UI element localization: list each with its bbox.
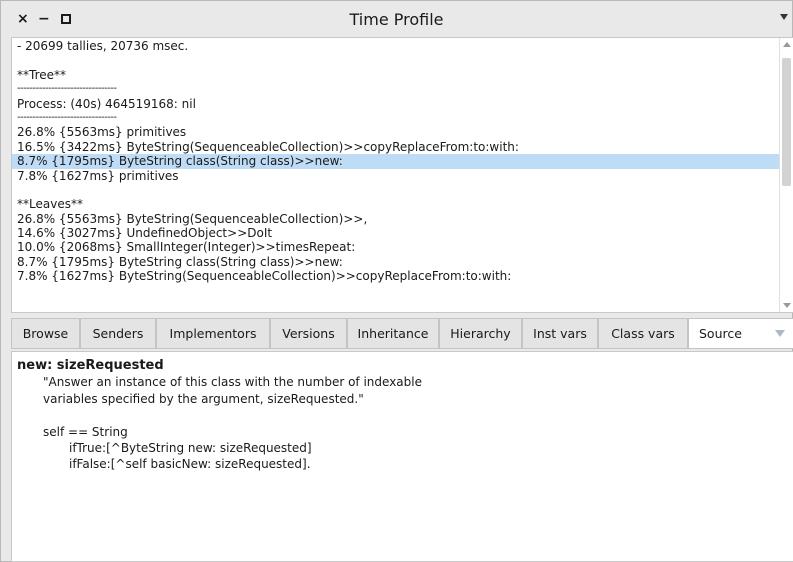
dropdown-arrow-icon[interactable] <box>775 330 785 337</box>
result-line[interactable]: - 20699 tallies, 20736 msec. <box>17 39 777 53</box>
method-comment-line: variables specified by the argument, siz… <box>43 391 364 406</box>
code-if-true: ifTrue:[^ByteString new: sizeRequested] <box>69 440 312 455</box>
result-line[interactable]: 7.8% {1627ms} ByteString(SequenceableCol… <box>17 269 777 283</box>
inheritance-button[interactable]: Inheritance <box>347 318 439 349</box>
code-statement: self == String <box>43 424 128 439</box>
result-line[interactable]: 7.8% {1627ms} primitives <box>17 169 777 183</box>
result-line[interactable]: 10.0% {2068ms} SmallInteger(Integer)>>ti… <box>17 240 777 254</box>
result-line[interactable]: 16.5% {3422ms} ByteString(SequenceableCo… <box>17 140 777 154</box>
scroll-up-icon[interactable] <box>783 42 791 47</box>
method-comment-line: "Answer an instance of this class with t… <box>43 375 422 390</box>
source-view-dropdown[interactable]: Source <box>688 318 793 349</box>
result-line[interactable]: 26.8% {5563ms} primitives <box>17 125 777 139</box>
source-code: new: sizeRequested "Answer an instance o… <box>17 358 422 473</box>
result-line[interactable]: 26.8% {5563ms} ByteString(SequenceableCo… <box>17 212 777 226</box>
code-if-false: ifFalse:[^self basicNew: sizeRequested]. <box>69 457 311 472</box>
separator-line: -------------------------------- <box>17 111 117 123</box>
method-header: new: sizeRequested <box>17 358 164 373</box>
result-line[interactable]: 8.7% {1795ms} ByteString class(String cl… <box>12 154 782 169</box>
profile-results-list: - 20699 tallies, 20736 msec. **Tree** ----… <box>12 39 782 284</box>
browse-button[interactable]: Browse <box>11 318 80 349</box>
source-code-pane[interactable]: new: sizeRequested "Answer an instance o… <box>11 351 793 562</box>
result-line[interactable]: **Tree** <box>17 68 777 82</box>
profile-results-pane[interactable]: - 20699 tallies, 20736 msec. **Tree** ----… <box>11 37 793 313</box>
hierarchy-button[interactable]: Hierarchy <box>439 318 522 349</box>
browser-button-bar: Browse Senders Implementors Versions Inh… <box>11 318 793 349</box>
time-profile-window: × − Time Profile - 20699 tallies, 20736 … <box>0 0 793 562</box>
results-scrollbar[interactable] <box>779 38 793 312</box>
class-vars-button[interactable]: Class vars <box>598 318 688 349</box>
title-bar[interactable]: × − Time Profile <box>1 1 792 37</box>
scroll-down-icon[interactable] <box>783 303 791 308</box>
result-line[interactable]: **Leaves** <box>17 197 777 211</box>
senders-button[interactable]: Senders <box>80 318 156 349</box>
result-line[interactable]: 14.6% {3027ms} UndefinedObject>>DoIt <box>17 226 777 240</box>
window-title: Time Profile <box>349 10 444 29</box>
result-line[interactable]: Process: (40s) 464519168: nil <box>17 97 777 111</box>
window-menu-icon[interactable] <box>780 14 788 20</box>
scrollbar-thumb[interactable] <box>782 58 791 186</box>
versions-button[interactable]: Versions <box>270 318 347 349</box>
implementors-button[interactable]: Implementors <box>156 318 270 349</box>
source-view-label: Source <box>699 326 742 341</box>
result-line[interactable]: 8.7% {1795ms} ByteString class(String cl… <box>17 255 777 269</box>
inst-vars-button[interactable]: Inst vars <box>522 318 598 349</box>
separator-line: -------------------------------- <box>17 83 117 95</box>
